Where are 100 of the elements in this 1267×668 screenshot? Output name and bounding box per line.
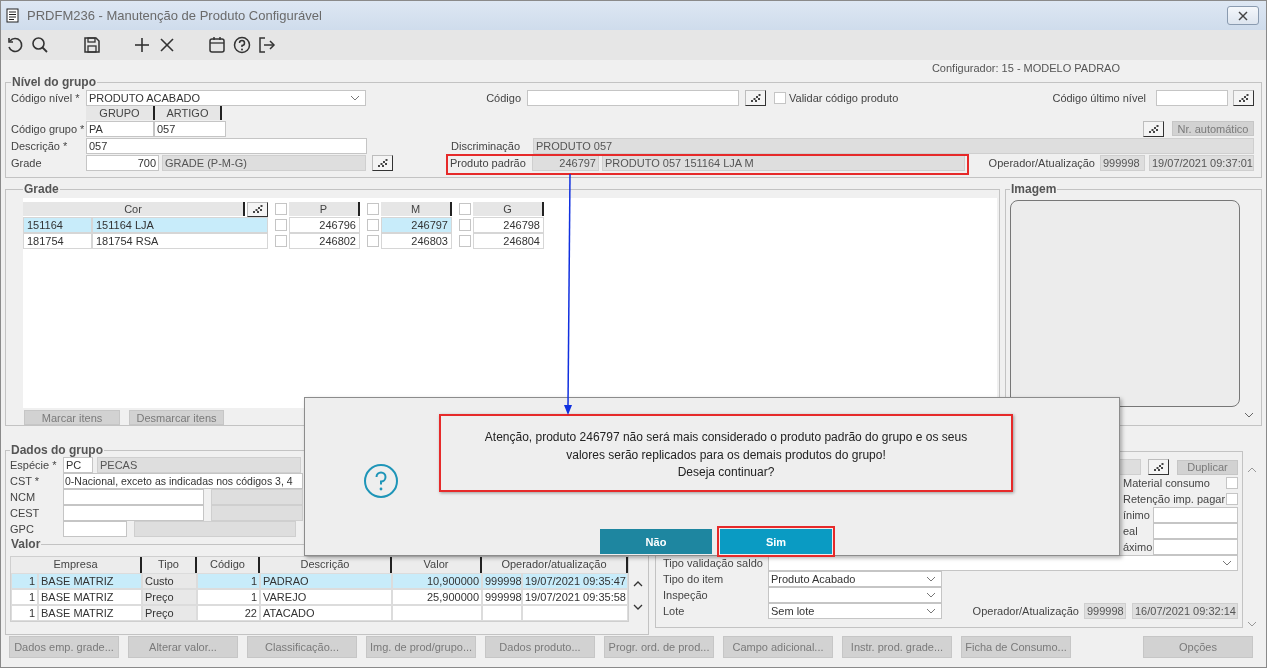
table-cell: 1 — [197, 589, 260, 605]
field-label: Discriminação — [451, 139, 522, 152]
sparkle-icon — [1153, 463, 1164, 471]
lookup-button[interactable] — [745, 89, 766, 106]
input-field[interactable]: 0-Nacional, exceto as indicadas nos códigos 3, 4 — [63, 473, 303, 489]
input-field[interactable]: 057 — [86, 137, 367, 154]
action-button[interactable]: Alterar valor... — [128, 636, 238, 658]
readonly-field: 999998 — [1100, 154, 1145, 171]
add-icon[interactable] — [133, 36, 151, 54]
question-icon — [363, 463, 399, 499]
exit-icon[interactable] — [258, 36, 276, 54]
lookup-button[interactable] — [1143, 120, 1164, 137]
search-icon[interactable] — [31, 36, 49, 54]
table-cell: 1 — [11, 605, 38, 621]
scroll-down-icon[interactable] — [1244, 412, 1254, 418]
table-cell[interactable]: 246798 — [473, 217, 544, 233]
dropdown-field[interactable]: PRODUTO ACABADO — [86, 89, 366, 106]
action-button[interactable]: Dados emp. grade... — [9, 636, 119, 658]
lookup-button[interactable] — [247, 201, 268, 217]
sparkle-icon — [1238, 93, 1249, 102]
table-cell[interactable]: 246796 — [289, 217, 360, 233]
field-label: NCM — [10, 491, 37, 503]
dialog-button[interactable]: Sim — [720, 529, 832, 554]
unmark-items-button[interactable]: Desmarcar itens — [129, 410, 224, 425]
input-field[interactable] — [1153, 523, 1238, 539]
field-label: Código último nível — [1052, 91, 1147, 104]
checkbox[interactable] — [1226, 477, 1238, 489]
input-field[interactable]: 057 — [154, 120, 226, 137]
dropdown-field[interactable] — [768, 555, 1238, 571]
field-label: Código grupo * — [11, 122, 86, 135]
undo-icon[interactable] — [6, 36, 24, 54]
dropdown-field[interactable] — [768, 587, 942, 603]
checkbox[interactable] — [459, 203, 471, 215]
lookup-button[interactable] — [372, 154, 393, 171]
field-label: CEST — [10, 507, 41, 519]
action-button[interactable]: Classificação... — [247, 636, 357, 658]
field-label: Espécie * — [10, 459, 58, 471]
scroll-up-icon[interactable] — [633, 580, 643, 587]
dropdown-field[interactable]: Produto Acabado — [768, 571, 942, 587]
input-field[interactable] — [63, 521, 127, 537]
table-cell: 999998 — [482, 589, 522, 605]
auto-number-button[interactable]: Nr. automático — [1172, 121, 1254, 136]
table-cell: BASE MATRIZ — [38, 605, 142, 621]
readonly-field: PECAS — [97, 457, 301, 473]
table-cell[interactable]: 246802 — [289, 233, 360, 249]
lookup-button[interactable] — [1148, 459, 1169, 475]
dropdown-field[interactable]: Sem lote — [768, 603, 942, 619]
sparkle-icon — [377, 158, 388, 167]
close-button[interactable] — [1227, 6, 1259, 25]
action-button[interactable]: Ficha de Consumo... — [961, 636, 1071, 658]
field-label: áximo — [1123, 541, 1153, 553]
checkbox[interactable] — [459, 219, 471, 231]
checkbox[interactable] — [275, 219, 287, 231]
sparkle-icon — [1148, 124, 1159, 133]
dialog-button[interactable]: Não — [600, 529, 712, 554]
chevron-down-icon — [1222, 560, 1232, 566]
action-button[interactable]: Progr. ord. de prod... — [604, 636, 714, 658]
input-field[interactable] — [1156, 89, 1228, 106]
lookup-button[interactable] — [1233, 89, 1254, 106]
input-field[interactable] — [1153, 507, 1238, 523]
input-field[interactable]: PA — [86, 120, 154, 137]
scroll-down-icon[interactable] — [633, 603, 643, 610]
field-label: ínimo — [1123, 509, 1150, 521]
checkbox[interactable] — [275, 203, 287, 215]
table-cell[interactable]: 246803 — [381, 233, 452, 249]
checkbox[interactable] — [275, 235, 287, 247]
table-cell[interactable]: 246797 — [381, 217, 452, 233]
input-field[interactable]: PC — [63, 457, 93, 473]
table-cell: BASE MATRIZ — [38, 573, 142, 589]
save-icon[interactable] — [83, 36, 101, 54]
duplicate-button[interactable]: Duplicar — [1177, 459, 1238, 475]
help-icon[interactable] — [233, 36, 251, 54]
checkbox[interactable] — [367, 235, 379, 247]
field-label: Tipo do item — [663, 573, 725, 585]
mark-items-button[interactable]: Marcar itens — [24, 410, 120, 425]
input-field[interactable] — [527, 89, 739, 106]
checkbox[interactable] — [1226, 493, 1238, 505]
action-button[interactable]: Campo adicional... — [723, 636, 833, 658]
field-label: eal — [1123, 525, 1138, 537]
input-field[interactable]: 700 — [86, 154, 159, 171]
input-field[interactable] — [63, 489, 204, 505]
checkbox[interactable] — [367, 219, 379, 231]
field-label: Inspeção — [663, 589, 709, 601]
checkbox[interactable] — [367, 203, 379, 215]
column-header: Valor — [392, 557, 482, 573]
checkbox[interactable] — [459, 235, 471, 247]
action-button[interactable]: Img. de prod/grupo... — [366, 636, 476, 658]
calendar-icon[interactable] — [208, 36, 226, 54]
table-cell: 19/07/2021 09:35:58 — [522, 589, 628, 605]
input-field[interactable] — [1153, 539, 1238, 555]
delete-icon[interactable] — [158, 36, 176, 54]
action-button[interactable]: Instr. prod. grade... — [842, 636, 952, 658]
column-header: Tipo — [142, 557, 197, 573]
section-title: Grade — [23, 182, 60, 196]
action-button[interactable]: Dados produto... — [485, 636, 595, 658]
action-button[interactable]: Opções — [1143, 636, 1253, 658]
checkbox[interactable] — [774, 91, 786, 104]
table-cell[interactable]: 246804 — [473, 233, 544, 249]
table-cell: 10,900000 — [392, 573, 482, 589]
input-field[interactable] — [63, 505, 204, 521]
